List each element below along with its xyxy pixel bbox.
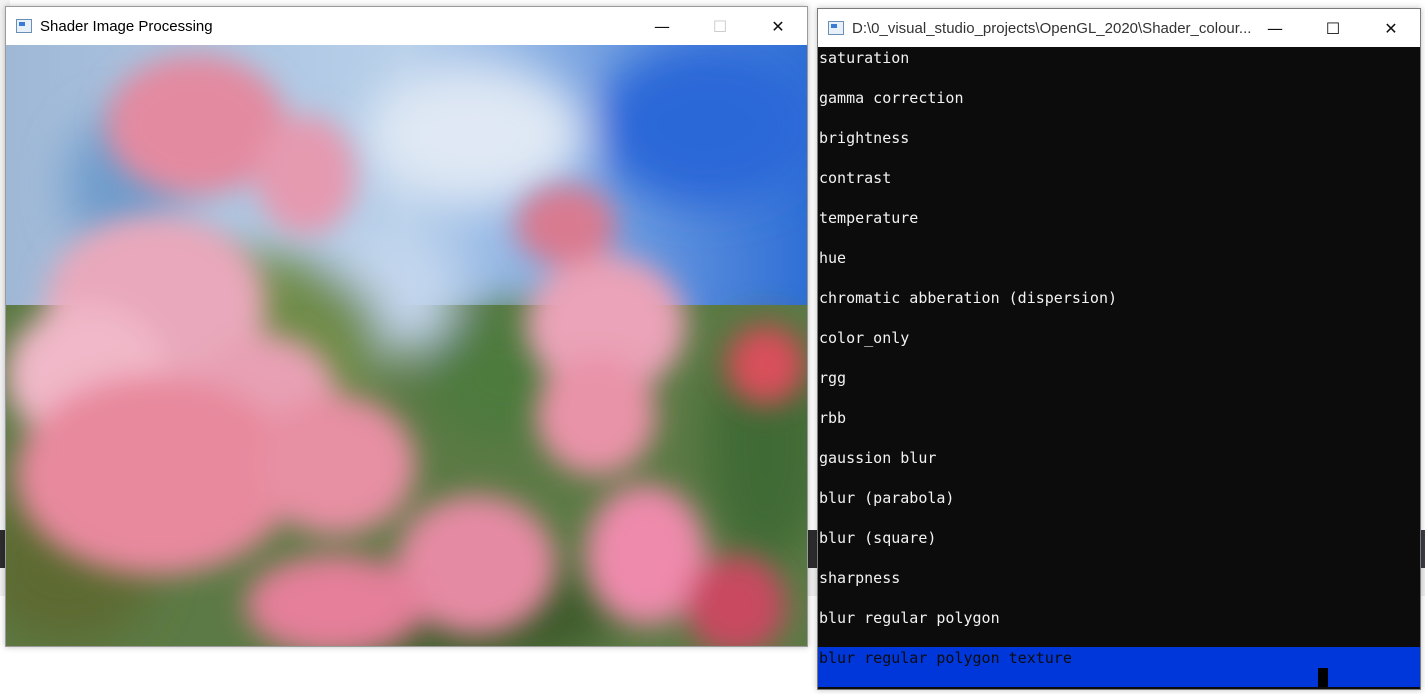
console-line: blur regular polygon	[819, 609, 1000, 627]
console-line: blur (square)	[819, 529, 937, 547]
console-line: contrast	[819, 169, 892, 187]
console-line: brightness	[819, 129, 910, 147]
image-window-controls: — ☐ ✕	[633, 7, 807, 45]
console-window[interactable]: D:\0_visual_studio_projects\OpenGL_2020\…	[817, 8, 1421, 690]
maximize-button[interactable]: ☐	[691, 7, 749, 45]
minimize-button[interactable]: —	[633, 7, 691, 45]
minimize-icon: —	[1267, 18, 1283, 38]
console-output[interactable]: saturation gamma correction brightness c…	[818, 47, 1420, 689]
close-button[interactable]: ✕	[749, 7, 807, 45]
console-line: blur (parabola)	[819, 489, 955, 507]
console-line: gaussion blur	[819, 449, 937, 467]
close-icon: ✕	[771, 16, 785, 36]
image-window-titlebar[interactable]: Shader Image Processing — ☐ ✕	[6, 7, 807, 45]
console-line: temperature	[819, 209, 919, 227]
console-minimize-button[interactable]: —	[1246, 9, 1304, 47]
console-line: rgg	[819, 369, 847, 387]
console-line: rbb	[819, 409, 847, 427]
console-line: color_only	[819, 329, 910, 347]
console-line: sharpness	[819, 569, 901, 587]
blurred-roses-image	[6, 45, 807, 646]
maximize-icon: ☐	[712, 16, 728, 36]
console-line: hue	[819, 249, 847, 267]
console-line: saturation	[819, 49, 910, 67]
app-window-icon	[16, 19, 32, 33]
console-window-icon	[828, 21, 844, 35]
maximize-icon: ☐	[1325, 18, 1341, 38]
rendered-image[interactable]	[6, 45, 807, 646]
image-window-title: Shader Image Processing	[40, 17, 213, 35]
console-line: gamma correction	[819, 89, 964, 107]
console-window-title: D:\0_visual_studio_projects\OpenGL_2020\…	[852, 19, 1252, 37]
console-window-controls: — ☐ ✕	[1246, 9, 1420, 47]
console-line: chromatic abberation (dispersion)	[819, 289, 1118, 307]
close-icon: ✕	[1384, 18, 1398, 38]
text-cursor	[1318, 668, 1328, 687]
console-close-button[interactable]: ✕	[1362, 9, 1420, 47]
console-window-titlebar[interactable]: D:\0_visual_studio_projects\OpenGL_2020\…	[818, 9, 1420, 47]
shader-image-window[interactable]: Shader Image Processing — ☐ ✕	[5, 6, 808, 647]
minimize-icon: —	[654, 16, 670, 36]
console-line-selected: blur regular polygon texture	[819, 649, 1072, 667]
console-maximize-button[interactable]: ☐	[1304, 9, 1362, 47]
